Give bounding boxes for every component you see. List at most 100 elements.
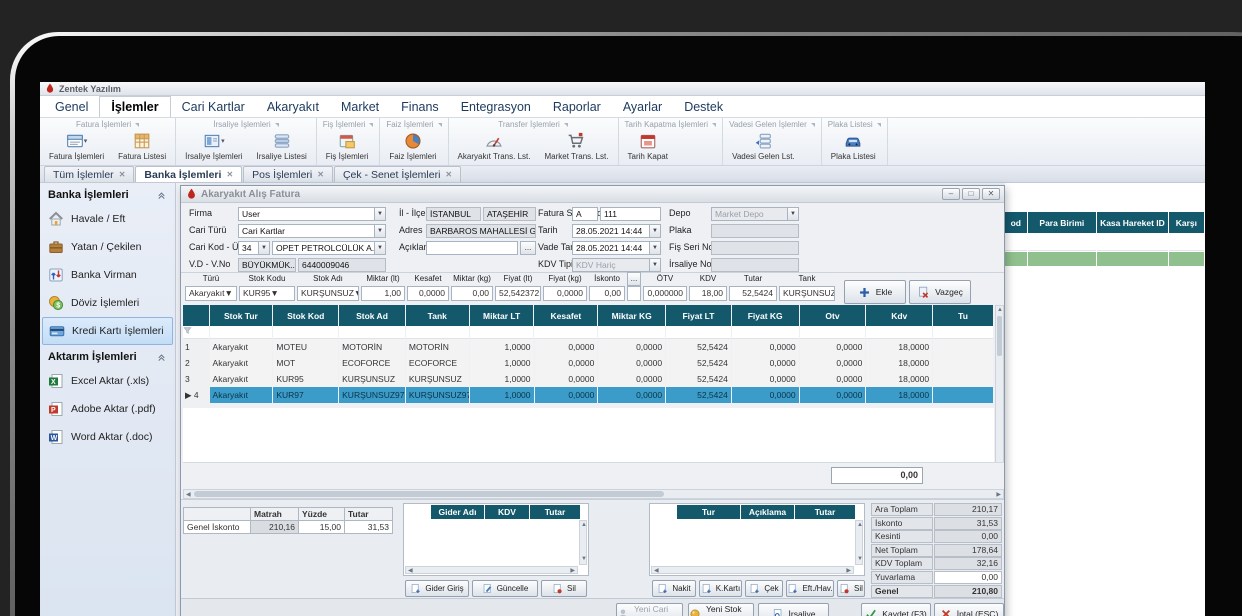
payment-panel-button-sil[interactable]: Sil: [837, 580, 865, 597]
sidebar-item-banka-virman[interactable]: Banka Virman: [40, 261, 175, 289]
grid-filter-cell[interactable]: [210, 326, 273, 339]
menu-item-finans[interactable]: Finans: [390, 96, 450, 117]
discount-value[interactable]: 15,00: [298, 520, 345, 534]
payment-panel-button-nakit[interactable]: Nakit: [652, 580, 696, 597]
entry-field-miktar-kg-[interactable]: 0,00: [451, 286, 493, 301]
form-field-vade-tarihi[interactable]: 28.05.2021 14:44▼: [572, 241, 661, 255]
entry-field-fiyat-lt-[interactable]: 52,542372: [495, 286, 541, 301]
sidebar-item-havale-eft[interactable]: Havale / Eft: [40, 205, 175, 233]
group-dropdown-icon[interactable]: [877, 123, 881, 127]
add-item-button[interactable]: Ekle: [844, 280, 906, 304]
grid-filter-cell[interactable]: [598, 326, 665, 339]
sidebar-item-adobe-aktar-pdf-[interactable]: PAdobe Aktar (.pdf): [40, 395, 175, 423]
tab-çek-senet-i-şlemleri[interactable]: Çek - Senet İşlemleri✕: [334, 166, 461, 182]
entry-more-button[interactable]: ...: [627, 272, 641, 286]
grid-row[interactable]: 2AkaryakıtMOTECOFORCEECOFORCE1,00000,000…: [183, 355, 994, 371]
grid-column-header[interactable]: Tu: [933, 305, 993, 326]
form-field-fatura-seri-no[interactable]: A: [572, 207, 598, 221]
grid-filter-cell[interactable]: [732, 326, 799, 339]
ribbon-button-due-list[interactable]: Vadesi Gelen Lst.: [725, 130, 802, 163]
grid-filter-cell[interactable]: [534, 326, 597, 339]
footer-button-kaydet-f3-[interactable]: Kaydet (F3): [861, 603, 931, 616]
sidebar-item-döviz-i-şlemleri[interactable]: $Döviz İşlemleri: [40, 289, 175, 317]
menu-item-entegrasyon[interactable]: Entegrasyon: [450, 96, 542, 117]
ellipsis-button[interactable]: ...: [520, 241, 536, 255]
entry-field-tutar[interactable]: 52,5424: [729, 286, 777, 301]
entry-field-türü[interactable]: Akaryakıt▼: [185, 286, 237, 301]
entry-field-stok-kodu[interactable]: KUR95▼: [239, 286, 295, 301]
expense-panel-button-gider-giriş[interactable]: Gider Giriş: [405, 580, 469, 597]
footer-button-i-rsaliye[interactable]: İrsaliye: [758, 603, 829, 616]
menu-item-ayarlar[interactable]: Ayarlar: [612, 96, 673, 117]
grid-filter-cell[interactable]: [666, 326, 731, 339]
entry-field--[interactable]: [627, 286, 641, 301]
entry-field-tank[interactable]: KURŞUNSUZ▼: [779, 286, 835, 301]
grid-filter-cell[interactable]: [273, 326, 338, 339]
form-field-cari-türü[interactable]: Cari Kartlar▼: [238, 224, 386, 238]
entry-field-ötv[interactable]: 0,000000: [643, 286, 687, 301]
form-field-firma[interactable]: User▼: [238, 207, 386, 221]
form-field-tarih[interactable]: 28.05.2021 14:44▼: [572, 224, 661, 238]
footer-button-i-ptal-esc-[interactable]: İptal (ESC): [934, 603, 1004, 616]
entry-field-stok-adı[interactable]: KURŞUNSUZ▼: [297, 286, 359, 301]
chevron-down-icon[interactable]: ▼: [374, 225, 385, 237]
form-field-fatura-seri-no-2[interactable]: 111: [600, 207, 661, 221]
grid-column-header[interactable]: Kesafet: [534, 305, 597, 326]
payment-panel-horizontal-scrollbar[interactable]: ◀▶: [651, 566, 854, 574]
expense-panel-horizontal-scrollbar[interactable]: ◀▶: [405, 566, 578, 574]
grid-column-header[interactable]: Stok Kod: [273, 305, 338, 326]
chevron-down-icon[interactable]: ▼: [649, 259, 660, 271]
ribbon-button-plate[interactable]: Plaka Listesi: [824, 130, 883, 163]
sidebar-item-kredi-kartı-i-şlemleri[interactable]: Kredi Kartı İşlemleri: [42, 317, 173, 345]
ribbon-button-invoice[interactable]: ▾Fatura İşlemleri: [42, 130, 111, 163]
form-field-açıklama[interactable]: [426, 241, 518, 255]
sidebar-section-header[interactable]: Aktarım İşlemleri: [40, 345, 175, 367]
ribbon-button-interest[interactable]: Faiz İşlemleri: [382, 130, 443, 163]
ribbon-button-receipt[interactable]: Fiş İşlemleri: [319, 130, 376, 163]
menu-item-i-şlemler[interactable]: İşlemler: [99, 96, 170, 117]
grid-column-header[interactable]: Tank: [406, 305, 469, 326]
grid-column-header[interactable]: Stok Ad: [339, 305, 405, 326]
group-dropdown-icon[interactable]: [564, 123, 568, 127]
grid-column-header[interactable]: Fiyat LT: [666, 305, 731, 326]
grid-filter-cell[interactable]: [183, 326, 209, 339]
group-dropdown-icon[interactable]: [275, 123, 279, 127]
chevron-down-icon[interactable]: ▼: [649, 225, 660, 237]
grid-column-header[interactable]: Miktar LT: [470, 305, 534, 326]
grid-column-header[interactable]: Otv: [800, 305, 866, 326]
entry-field-i-skonto[interactable]: 0,00: [589, 286, 625, 301]
maximize-icon[interactable]: □: [962, 188, 980, 200]
tab-tüm-i-şlemler[interactable]: Tüm İşlemler✕: [44, 166, 134, 182]
menu-item-akaryakıt[interactable]: Akaryakıt: [256, 96, 330, 117]
group-dropdown-icon[interactable]: [135, 123, 139, 127]
tab-close-icon[interactable]: ✕: [226, 170, 233, 179]
grid-column-header[interactable]: Kdv: [866, 305, 932, 326]
payment-panel-vertical-scrollbar[interactable]: ▲▼: [855, 520, 863, 565]
chevron-down-icon[interactable]: ▼: [258, 242, 269, 254]
chevron-down-icon[interactable]: ▼: [649, 242, 660, 254]
chevron-down-icon[interactable]: ▼: [270, 288, 278, 298]
grid-column-header[interactable]: [183, 305, 209, 326]
entry-field-miktar-lt-[interactable]: 1,00: [361, 286, 405, 301]
ribbon-button-waybill-list[interactable]: İrsaliye Listesi: [250, 130, 314, 163]
ribbon-button-waybill[interactable]: ▾İrsaliye İşlemleri: [178, 130, 249, 163]
entry-field-kdv[interactable]: 18,00: [689, 286, 727, 301]
footer-button-yeni-stok-kart[interactable]: Yeni Stok Kart: [688, 603, 754, 616]
sidebar-item-excel-aktar-xls-[interactable]: XExcel Aktar (.xls): [40, 367, 175, 395]
sidebar-item-word-aktar-doc-[interactable]: WWord Aktar (.doc): [40, 423, 175, 451]
grid-filter-cell[interactable]: [933, 326, 993, 339]
chevron-down-icon[interactable]: ▼: [374, 242, 385, 254]
payment-panel-button-çek[interactable]: Çek: [745, 580, 783, 597]
tab-close-icon[interactable]: ✕: [317, 170, 324, 179]
ribbon-button-gauge[interactable]: Akaryakıt Trans. Lst.: [451, 130, 538, 163]
grid-row[interactable]: 1AkaryakıtMOTEUMOTORİNMOTORİN1,00000,000…: [183, 339, 994, 355]
chevron-down-icon[interactable]: ▼: [224, 288, 232, 298]
grid-filter-cell[interactable]: [800, 326, 866, 339]
group-dropdown-icon[interactable]: [811, 123, 815, 127]
grid-filter-cell[interactable]: [339, 326, 405, 339]
sidebar-section-header[interactable]: Banka İşlemleri: [40, 183, 175, 205]
grid-column-header[interactable]: Fiyat KG: [732, 305, 799, 326]
expense-panel-vertical-scrollbar[interactable]: ▲▼: [579, 520, 587, 565]
discount-value[interactable]: 31,53: [344, 520, 393, 534]
payment-panel-button-eft-hav-[interactable]: Eft./Hav.: [786, 580, 834, 597]
